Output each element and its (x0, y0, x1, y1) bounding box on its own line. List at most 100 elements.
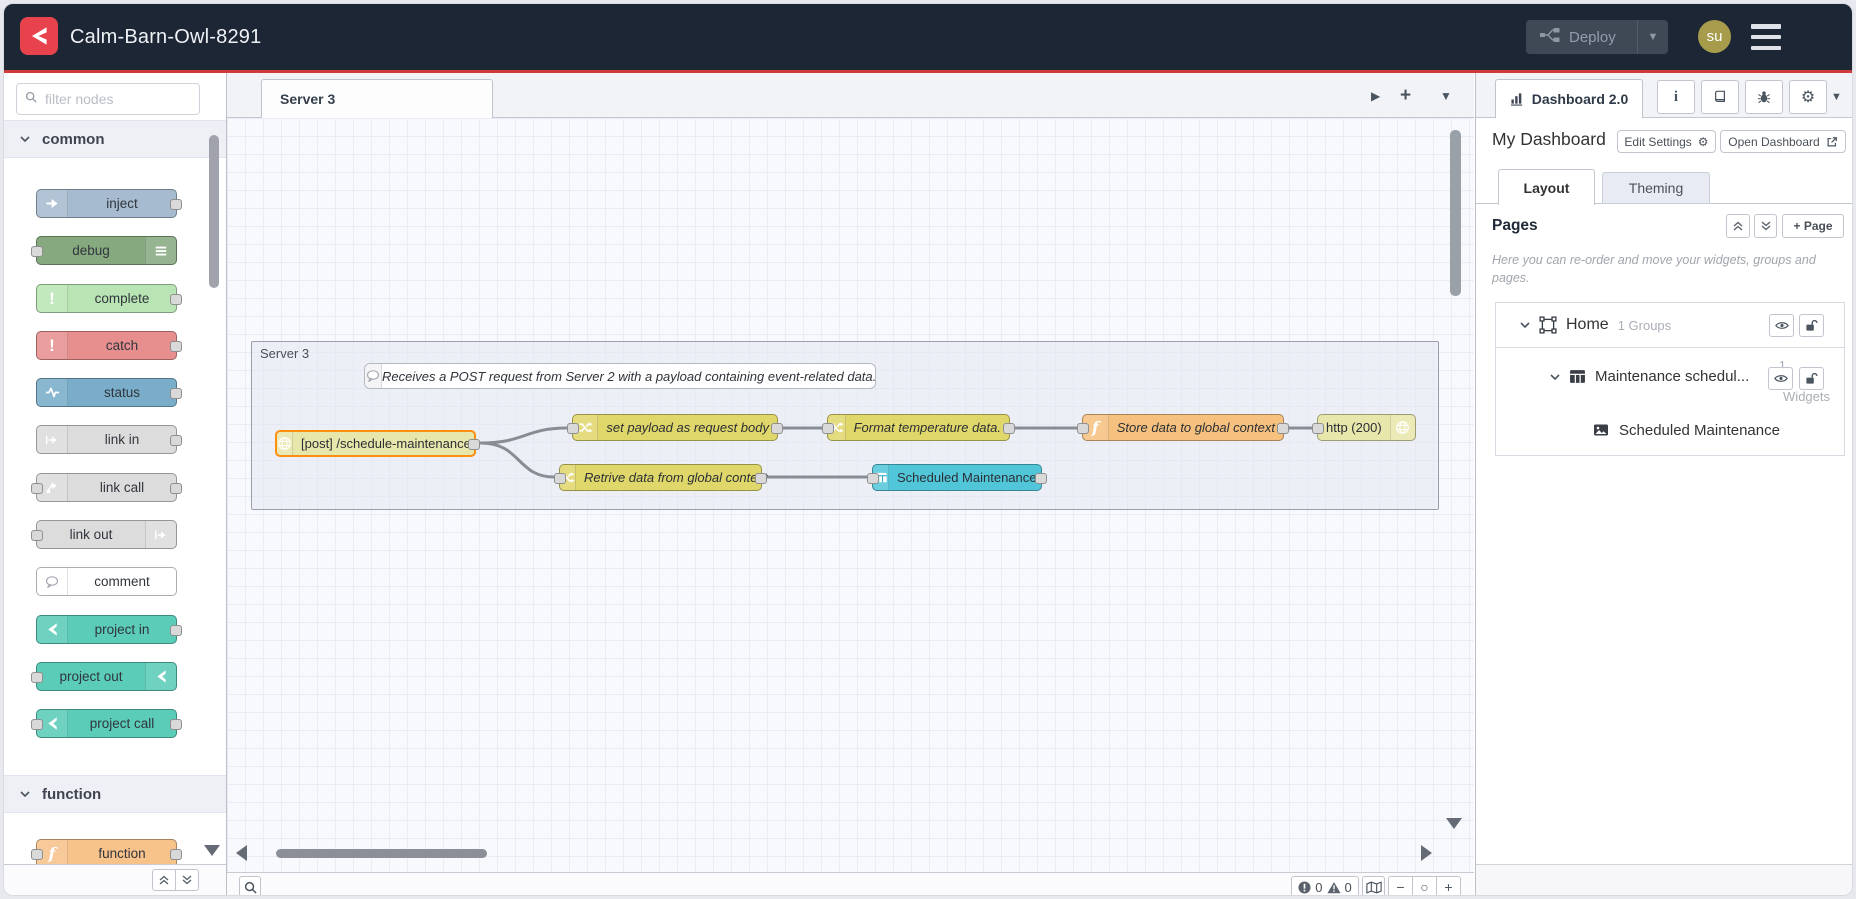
tab-help[interactable] (1701, 80, 1739, 114)
palette-node-link-call[interactable]: link call (31, 473, 182, 502)
globe-icon (1389, 415, 1415, 440)
error-count: 0 (1315, 879, 1323, 895)
add-page-button[interactable]: + Page (1782, 214, 1844, 238)
zoom-in-button[interactable]: + (1436, 877, 1460, 895)
node-set-payload[interactable]: set payload as request body (567, 414, 783, 441)
palette-node-project-in[interactable]: project in (36, 615, 182, 644)
project-logo-icon (37, 616, 68, 643)
palette-category-common[interactable]: common (4, 120, 226, 158)
node-retrieve-global-context[interactable]: Retrive data from global context (554, 464, 768, 491)
lock-toggle-button[interactable] (1799, 314, 1824, 337)
bug-icon (1757, 91, 1771, 104)
chevron-down-icon[interactable] (1520, 322, 1530, 328)
palette-filter[interactable] (16, 83, 200, 115)
tree-row-home[interactable]: Home 1 Groups (1496, 303, 1844, 348)
dashboard-header: My Dashboard Edit Settings ⚙ Open Dashbo… (1476, 118, 1852, 163)
tree-row-group[interactable]: Maintenance schedul... 1 Widgets (1496, 348, 1844, 405)
node-http-in[interactable]: [post] /schedule-maintenance (275, 430, 480, 457)
palette-node-comment[interactable]: comment (36, 567, 177, 596)
palette-node-link-out[interactable]: link out (31, 520, 177, 549)
search-icon (25, 90, 37, 108)
zoom-controls: − ○ + (1388, 876, 1461, 895)
palette-scrollbar[interactable] (209, 135, 219, 288)
palette-node-project-call[interactable]: project call (31, 709, 182, 738)
tab-layout[interactable]: Layout (1498, 169, 1595, 205)
zoom-out-button[interactable]: − (1389, 877, 1412, 895)
lock-toggle-button[interactable] (1799, 367, 1824, 390)
chevron-down-icon (20, 791, 30, 797)
palette-node-link-in[interactable]: link in (36, 425, 182, 454)
user-avatar[interactable]: su (1698, 20, 1731, 53)
tab-scroll-right-icon[interactable]: ▶ (1371, 73, 1380, 118)
node-ui-table[interactable]: Scheduled Maintenance (867, 464, 1047, 491)
deploy-button[interactable]: Deploy ▼ (1526, 20, 1668, 54)
sidebar-footer (1476, 864, 1852, 895)
open-dashboard-button[interactable]: Open Dashboard (1720, 130, 1846, 153)
visibility-toggle-button[interactable] (1769, 314, 1794, 337)
palette-node-debug[interactable]: debug (31, 236, 177, 265)
chevrons-down-icon (1761, 221, 1770, 231)
sidebar-tabbar: Dashboard 2.0 i ⚙ ▼ (1476, 73, 1852, 118)
chevron-down-icon[interactable] (1550, 373, 1560, 380)
tab-dashboard-2[interactable]: Dashboard 2.0 (1495, 79, 1643, 118)
gear-icon: ⚙ (1697, 134, 1709, 149)
move-down-button[interactable] (1754, 214, 1777, 238)
tab-info[interactable]: i (1657, 80, 1695, 114)
palette-node-complete[interactable]: ! complete (36, 284, 182, 313)
comment-node[interactable]: Receives a POST request from Server 2 wi… (364, 363, 876, 389)
deploy-options-caret[interactable]: ▼ (1637, 20, 1668, 54)
flow-tab-server3[interactable]: Server 3 (261, 79, 493, 118)
tree-row-widget[interactable]: Scheduled Maintenance (1496, 405, 1844, 455)
expand-all-button[interactable] (176, 869, 199, 891)
flow-canvas[interactable]: Server 3 Receives a POST request from Se… (227, 118, 1474, 872)
node-http-response[interactable]: http (200) (1312, 414, 1416, 441)
flow-wires (479, 426, 1314, 479)
node-format-temperature[interactable]: Format temperature data. (822, 414, 1015, 441)
palette-node-status[interactable]: status (36, 378, 182, 407)
canvas-search-button[interactable] (239, 876, 261, 895)
sidebar-tabs-caret[interactable]: ▼ (1831, 80, 1842, 114)
move-up-button[interactable] (1726, 214, 1750, 238)
eye-icon (1774, 322, 1789, 329)
main-menu-button[interactable] (1751, 24, 1781, 50)
pages-help-text: Here you can re-order and move your widg… (1492, 253, 1816, 286)
workspace-tabbar: Server 3 ▶ + ▼ (227, 73, 1474, 118)
zoom-reset-button[interactable]: ○ (1412, 877, 1436, 895)
canvas-scroll-left-arrow[interactable] (236, 845, 247, 861)
canvas-vertical-scrollbar[interactable] (1450, 130, 1461, 296)
collapse-all-button[interactable] (152, 869, 176, 891)
edit-settings-button[interactable]: Edit Settings ⚙ (1617, 130, 1716, 153)
minimap-toggle-button[interactable] (1362, 876, 1385, 895)
external-link-icon (1827, 136, 1837, 146)
node-store-global-context[interactable]: f Store data to global context (1077, 414, 1289, 441)
node-red-app: Calm-Barn-Owl-8291 Deploy ▼ su common (3, 3, 1853, 896)
project-logo-icon (145, 663, 176, 690)
palette-node-project-out[interactable]: project out (31, 662, 177, 691)
palette-sidebar: common inject debug ! complete ! catch s… (4, 73, 227, 895)
eye-icon (1773, 375, 1788, 382)
tab-config[interactable]: ⚙ (1789, 80, 1827, 114)
pages-title: Pages (1492, 217, 1538, 234)
canvas-footer: 0 0 − ○ + (227, 872, 1474, 895)
image-icon (1594, 424, 1608, 436)
map-icon (1365, 880, 1382, 894)
canvas-scroll-right-arrow[interactable] (1421, 845, 1432, 861)
tab-debug[interactable] (1745, 80, 1783, 114)
palette-node-inject[interactable]: inject (36, 189, 182, 218)
visibility-toggle-button[interactable] (1768, 367, 1793, 390)
exclamation-icon: ! (37, 332, 68, 359)
debug-icon (145, 237, 176, 264)
palette-scroll-down-arrow[interactable] (204, 845, 220, 856)
canvas-horizontal-scrollbar[interactable] (276, 849, 487, 858)
palette-node-catch[interactable]: ! catch (36, 331, 182, 360)
add-flow-button[interactable]: + (1400, 73, 1411, 118)
deploy-label: Deploy (1569, 28, 1616, 46)
palette-filter-input[interactable] (43, 90, 177, 108)
tab-theming[interactable]: Theming (1602, 172, 1710, 204)
palette-category-function[interactable]: function (4, 775, 226, 813)
flow-list-caret[interactable]: ▼ (1440, 73, 1452, 118)
canvas-scroll-down-arrow[interactable] (1446, 818, 1462, 829)
warning-count: 0 (1344, 879, 1352, 895)
link-arrow-icon (145, 521, 176, 548)
flow-status-counts[interactable]: 0 0 (1291, 876, 1359, 895)
